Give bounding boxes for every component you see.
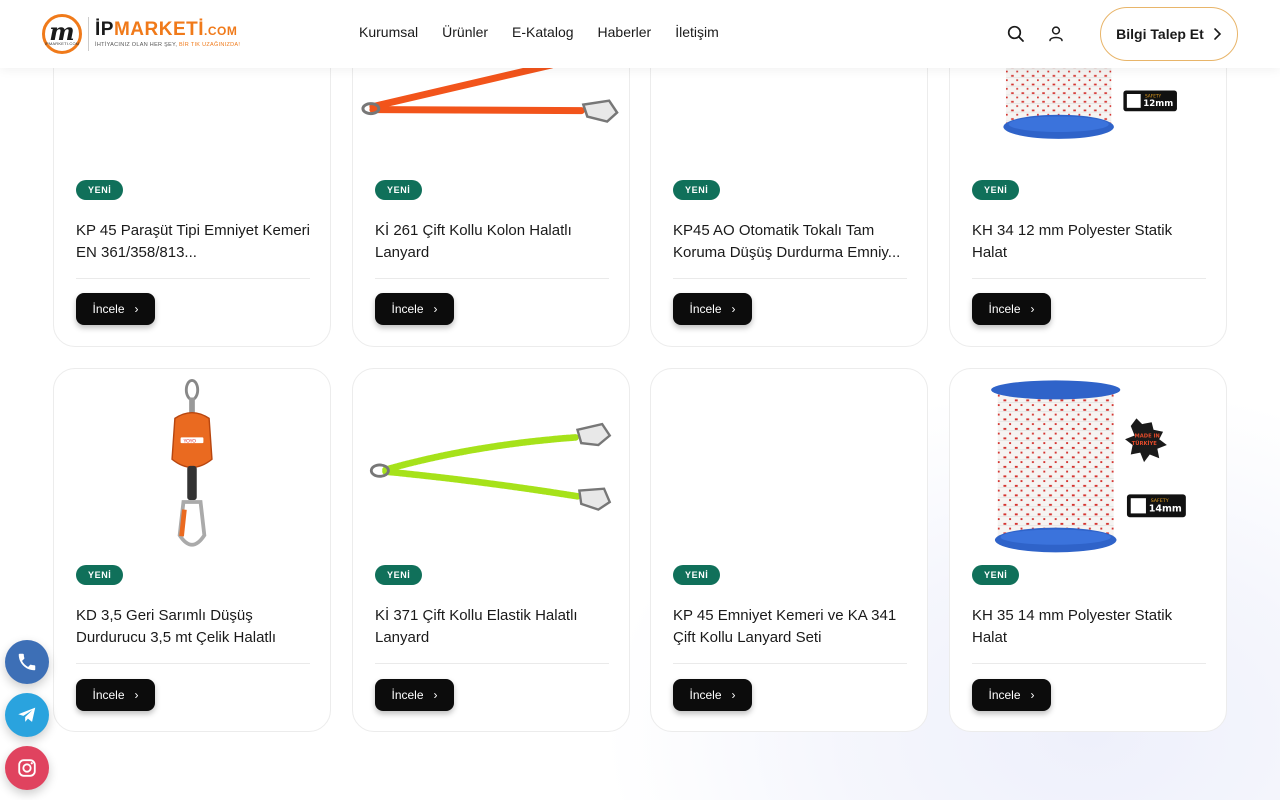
logo-mark-icon: m IPMARKETI.COM [42,14,82,54]
fall-arrester-image[interactable]: YOYO [54,369,330,559]
new-badge: YENİ [375,565,423,585]
nav-haberler[interactable]: Haberler [598,24,652,40]
nav-urunler[interactable]: Ürünler [442,24,488,40]
inspect-button[interactable]: İncele › [375,679,454,711]
new-badge: YENİ [673,565,721,585]
chevron-right-icon [1214,28,1221,40]
product-title[interactable]: KP 45 Paraşüt Tipi Emniyet Kemeri EN 361… [76,220,310,264]
product-card[interactable]: YOYO YENİ KD 3,5 Geri Sarımlı Düşüş Durd… [53,368,331,732]
inspect-button[interactable]: İncele › [76,679,155,711]
inspect-label: İncele [988,688,1021,702]
inspect-label: İncele [391,688,424,702]
request-info-button[interactable]: Bilgi Talep Et [1100,7,1238,61]
product-card[interactable]: YENİ Kİ 371 Çift Kollu Elastik Halatlı L… [352,368,630,732]
card-divider [972,663,1206,664]
logo-slogan: İHTİYACINIZ OLAN HER ŞEY, BİR TIK UZAĞIN… [95,42,240,48]
inspect-label: İncele [689,302,722,316]
telegram-icon [18,707,36,722]
chevron-right-icon: › [731,302,736,316]
product-title[interactable]: KH 34 12 mm Polyester Statik Halat [972,220,1206,264]
inspect-button[interactable]: İncele › [673,679,752,711]
product-title[interactable]: KP 45 Emniyet Kemeri ve KA 341 Çift Koll… [673,605,907,649]
instagram-button[interactable] [5,746,49,790]
new-badge: YENİ [76,565,124,585]
phone-icon [18,653,36,671]
logo-mark-caption: IPMARKETI.COM [44,41,80,46]
phone-button[interactable] [5,640,49,684]
inspect-label: İncele [92,302,125,316]
size-label: 14mm [1149,504,1182,515]
telegram-button[interactable] [5,693,49,737]
chevron-right-icon: › [1030,302,1035,316]
logo-text: İPMARKETİ.COM İHTİYACINIZ OLAN HER ŞEY, … [95,20,240,48]
inspect-button[interactable]: İncele › [972,679,1051,711]
user-icon[interactable] [1046,24,1066,44]
size-label: 12mm [1143,99,1173,109]
new-badge: YENİ [673,180,721,200]
chevron-right-icon: › [1030,688,1035,702]
green-lanyard-image[interactable] [353,369,629,559]
rope-spool-14mm-image[interactable]: MADE IN TÜRKİYE SAFETY 14mm [950,369,1226,559]
product-title[interactable]: Kİ 261 Çift Kollu Kolon Halatlı Lanyard [375,220,609,264]
chevron-right-icon: › [134,688,139,702]
nav-iletisim[interactable]: İletişim [675,24,719,40]
inspect-button[interactable]: İncele › [972,293,1051,325]
new-badge: YENİ [76,180,124,200]
card-divider [673,663,907,664]
card-divider [673,278,907,279]
turkiye-label: TÜRKİYE [1132,440,1158,447]
inspect-label: İncele [391,302,424,316]
inspect-label: İncele [92,688,125,702]
logo-name: İPMARKETİ.COM [95,20,240,39]
instagram-icon [18,759,36,777]
new-badge: YENİ [972,565,1020,585]
card-divider [375,278,609,279]
product-title[interactable]: KP45 AO Otomatik Tokalı Tam Koruma Düşüş… [673,220,907,264]
nav-kurumsal[interactable]: Kurumsal [359,24,418,40]
site-header: m IPMARKETI.COM İPMARKETİ.COM İHTİYACINI… [0,0,1280,68]
inspect-button[interactable]: İncele › [76,293,155,325]
product-title[interactable]: KH 35 14 mm Polyester Statik Halat [972,605,1206,649]
nav-e-katalog[interactable]: E-Katalog [512,24,573,40]
product-card[interactable]: YENİ KP 45 Emniyet Kemeri ve KA 341 Çift… [650,368,928,732]
site-logo[interactable]: m IPMARKETI.COM İPMARKETİ.COM İHTİYACINI… [42,14,240,54]
inspect-button[interactable]: İncele › [673,293,752,325]
chevron-right-icon: › [134,302,139,316]
logo-name-prefix: İP [95,19,114,40]
slogan-part-2: BİR TIK UZAĞINIZDA! [179,42,241,48]
card-divider [76,663,310,664]
logo-name-main: MARKETİ [113,19,205,40]
product-title[interactable]: KD 3,5 Geri Sarımlı Düşüş Durdurucu 3,5 … [76,605,310,649]
inspect-button[interactable]: İncele › [375,293,454,325]
product-card[interactable]: MADE IN TÜRKİYE SAFETY 14mm YENİ KH 35 1… [949,368,1227,732]
inspect-label: İncele [988,302,1021,316]
chevron-right-icon: › [433,302,438,316]
slogan-part-1: İHTİYACINIZ OLAN HER ŞEY, [95,42,178,48]
product-title[interactable]: Kİ 371 Çift Kollu Elastik Halatlı Lanyar… [375,605,609,649]
logo-divider [88,17,89,51]
product-image[interactable] [651,369,927,559]
new-badge: YENİ [375,180,423,200]
new-badge: YENİ [972,180,1020,200]
card-divider [972,278,1206,279]
card-divider [375,663,609,664]
chevron-right-icon: › [731,688,736,702]
arrester-brand-label: YOYO [182,439,196,445]
made-in-label: MADE IN [1135,433,1160,439]
card-divider [76,278,310,279]
chevron-right-icon: › [433,688,438,702]
search-icon[interactable] [1006,24,1026,44]
logo-name-suffix: .COM [204,24,238,38]
main-nav: Kurumsal Ürünler E-Katalog Haberler İlet… [359,24,719,40]
inspect-label: İncele [689,688,722,702]
request-info-label: Bilgi Talep Et [1116,26,1204,42]
